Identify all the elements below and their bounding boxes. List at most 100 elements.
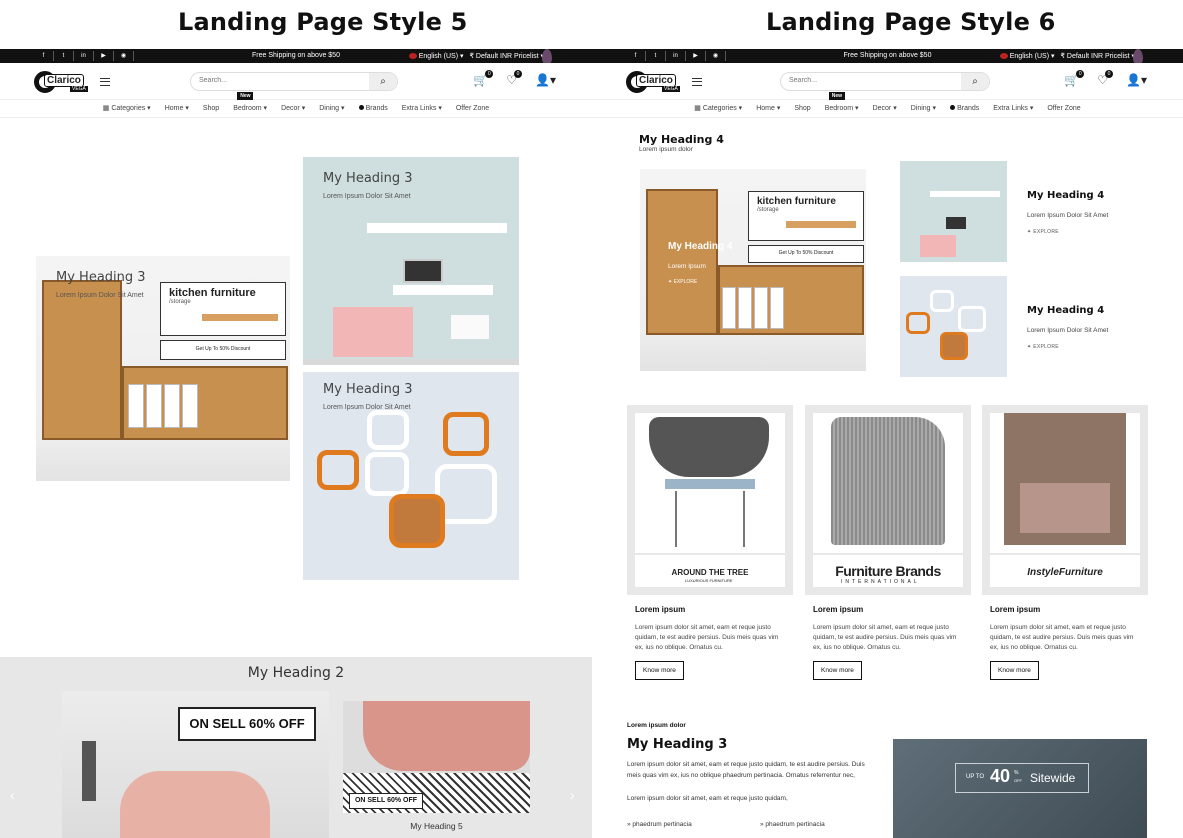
promo-percent: %	[1014, 770, 1019, 776]
nav-home[interactable]: Home ▾	[165, 100, 189, 118]
hamburger-icon[interactable]	[692, 78, 702, 86]
search-icon[interactable]: ⌕	[961, 73, 989, 90]
sale-section: My Heading 2 ON SELL 60% OFF ON SELL 60%…	[0, 657, 592, 838]
promo-sub: /storage	[757, 207, 779, 213]
explore-link[interactable]: ✦ EXPLORE	[1027, 229, 1059, 235]
know-more-button[interactable]: Know more	[990, 661, 1039, 680]
logo-sub: VEGA	[70, 86, 88, 92]
wall-desk-tile[interactable]: My Heading 3 Lorem Ipsum Dolor Sit Amet	[303, 157, 519, 365]
hex-shelf-image	[317, 450, 359, 490]
vase-image	[82, 741, 96, 801]
pricelist-select[interactable]: ₹ Default INR Pricelist ▾	[470, 52, 545, 60]
section-label: Lorem ipsum dolor	[627, 722, 686, 729]
brand-logo: InstyleFurniture	[990, 555, 1140, 587]
search-input[interactable]	[199, 77, 359, 84]
chair-back-image	[649, 417, 769, 477]
section-paragraph: Lorem ipsum dolor sit amet, eam et reque…	[627, 761, 865, 779]
side-subtitle: Lorem Ipsum Dolor Sit Amet	[1027, 212, 1109, 219]
hex-shelf-image	[940, 332, 968, 360]
nav-home[interactable]: Home ▾	[756, 100, 780, 118]
desk-shelf-image	[367, 223, 507, 233]
chair-cushion-image	[363, 701, 530, 771]
nav-extra-links[interactable]: Extra Links ▾	[402, 100, 442, 118]
card-text: Lorem ipsum dolor sit amet, eam et reque…	[990, 624, 1134, 651]
cart-icon[interactable]: 🛒 0	[473, 70, 494, 87]
header-icons: 🛒 0 ♡ 0 👤▾	[1064, 70, 1147, 87]
nav-extra-links[interactable]: Extra Links ▾	[993, 100, 1033, 118]
tile-heading: My Heading 3	[323, 382, 413, 397]
know-more-button[interactable]: Know more	[813, 661, 862, 680]
hex-shelves-tile[interactable]: My Heading 3 Lorem Ipsum Dolor Sit Amet	[303, 372, 519, 580]
kitchen-furniture-tile[interactable]: kitchen furniture /storage Get Up To 50%…	[640, 169, 866, 371]
hex-shelf-image	[443, 412, 489, 456]
explore-link[interactable]: ✦ EXPLORE	[668, 279, 697, 285]
search-box: ⌕	[780, 72, 990, 91]
nav-dining[interactable]: Dining ▾	[911, 100, 936, 118]
nav-dining[interactable]: Dining ▾	[319, 100, 344, 118]
discount-box: Get Up To 50% Discount	[748, 245, 864, 263]
language-select[interactable]: English (US) ▾	[408, 52, 464, 60]
landing-comparison: Landing Page Style 5 Landing Page Style …	[0, 0, 1183, 838]
know-more-button[interactable]: Know more	[635, 661, 684, 680]
logo[interactable]: Clarico VEGA	[626, 71, 682, 93]
nav-shop[interactable]: Shop	[794, 100, 810, 118]
top-bar: f t in ▶ ◉ Free Shipping on above $50 En…	[592, 49, 1183, 65]
promo-off: OFF	[1014, 778, 1022, 783]
hex-shelf-image	[906, 312, 930, 334]
nav-shop[interactable]: Shop	[203, 100, 219, 118]
section-link[interactable]: » phaedrum pertinacia	[627, 821, 692, 828]
discount-box: Get Up To 50% Discount	[160, 340, 286, 360]
flag-icon	[999, 53, 1008, 59]
user-icon[interactable]: 👤▾	[1126, 73, 1147, 87]
wall-desk-tile[interactable]	[900, 161, 1007, 262]
wishlist-icon[interactable]: ♡ 0	[506, 70, 523, 87]
nav-bedroom[interactable]: New Bedroom ▾	[825, 92, 859, 118]
section-link[interactable]: » phaedrum pertinacia	[760, 821, 825, 828]
language-label: English (US)	[418, 53, 459, 60]
hex-shelf-image	[389, 494, 445, 548]
chair-image-frame	[635, 413, 785, 553]
hex-shelves-tile[interactable]	[900, 276, 1007, 377]
tile-heading: My Heading 3	[323, 171, 413, 186]
tile-subtitle: Lorem Ipsum Dolor Sit Amet	[56, 292, 144, 299]
nav-categories[interactable]: ▦ Categories ▾	[694, 100, 742, 118]
desk-shelf-image	[930, 191, 1000, 197]
chair-detail-banner[interactable]: ON SELL 60% OFF	[343, 701, 530, 813]
explore-link[interactable]: ✦ EXPLORE	[1027, 344, 1059, 350]
nav-categories[interactable]: ▦ Categories ▾	[103, 100, 151, 118]
sitewide-promo-banner[interactable]: UP TO 40 % OFF Sitewide	[893, 739, 1147, 838]
sale-badge-small: ON SELL 60% OFF	[349, 793, 423, 809]
kitchen-furniture-tile[interactable]: My Heading 3 Lorem Ipsum Dolor Sit Amet …	[36, 256, 290, 481]
cart-icon[interactable]: 🛒 0	[1064, 70, 1085, 87]
nav-brands[interactable]: Brands	[950, 100, 979, 118]
site-header: Clarico VEGA ⌕ 🛒0 ♡0 👤▾	[592, 63, 1183, 99]
search-icon[interactable]: ⌕	[369, 73, 397, 90]
pricelist-select[interactable]: ₹ Default INR Pricelist ▾	[1061, 52, 1136, 60]
armchair-banner[interactable]: ON SELL 60% OFF	[62, 691, 329, 838]
hamburger-icon[interactable]	[100, 78, 110, 86]
section-heading: My Heading 2	[247, 665, 345, 681]
new-badge: New	[237, 92, 254, 100]
search-input[interactable]	[789, 77, 949, 84]
nav-bedroom[interactable]: New Bedroom ▾	[233, 92, 267, 118]
nav-decor[interactable]: Decor ▾	[281, 100, 305, 118]
wishlist-icon[interactable]: ♡ 0	[1097, 70, 1114, 87]
kitchen-promo-box: kitchen furniture /storage	[160, 282, 286, 336]
nav-offer-zone[interactable]: Offer Zone	[456, 100, 489, 118]
next-arrow-icon[interactable]: ›	[570, 787, 575, 803]
brand-tagline: INTERNATIONAL	[841, 579, 920, 585]
nav-offer-zone[interactable]: Offer Zone	[1047, 100, 1080, 118]
bin-image	[146, 384, 162, 428]
logo[interactable]: Clarico VEGA	[34, 71, 90, 93]
nav-brands[interactable]: Brands	[358, 100, 388, 118]
hex-shelf-image	[930, 290, 954, 312]
chair-image-frame	[813, 413, 963, 553]
prev-arrow-icon[interactable]: ‹	[10, 787, 15, 803]
language-select[interactable]: English (US) ▾	[999, 52, 1055, 60]
header-icons: 🛒 0 ♡ 0 👤▾	[473, 70, 556, 87]
nav-decor[interactable]: Decor ▾	[873, 100, 897, 118]
brand-logo: AROUND THE TREE LUXURIOUS FURNITURE	[635, 555, 785, 587]
bin-image	[738, 287, 752, 329]
user-icon[interactable]: 👤▾	[535, 73, 556, 87]
section-heading: My Heading 3	[627, 737, 728, 752]
